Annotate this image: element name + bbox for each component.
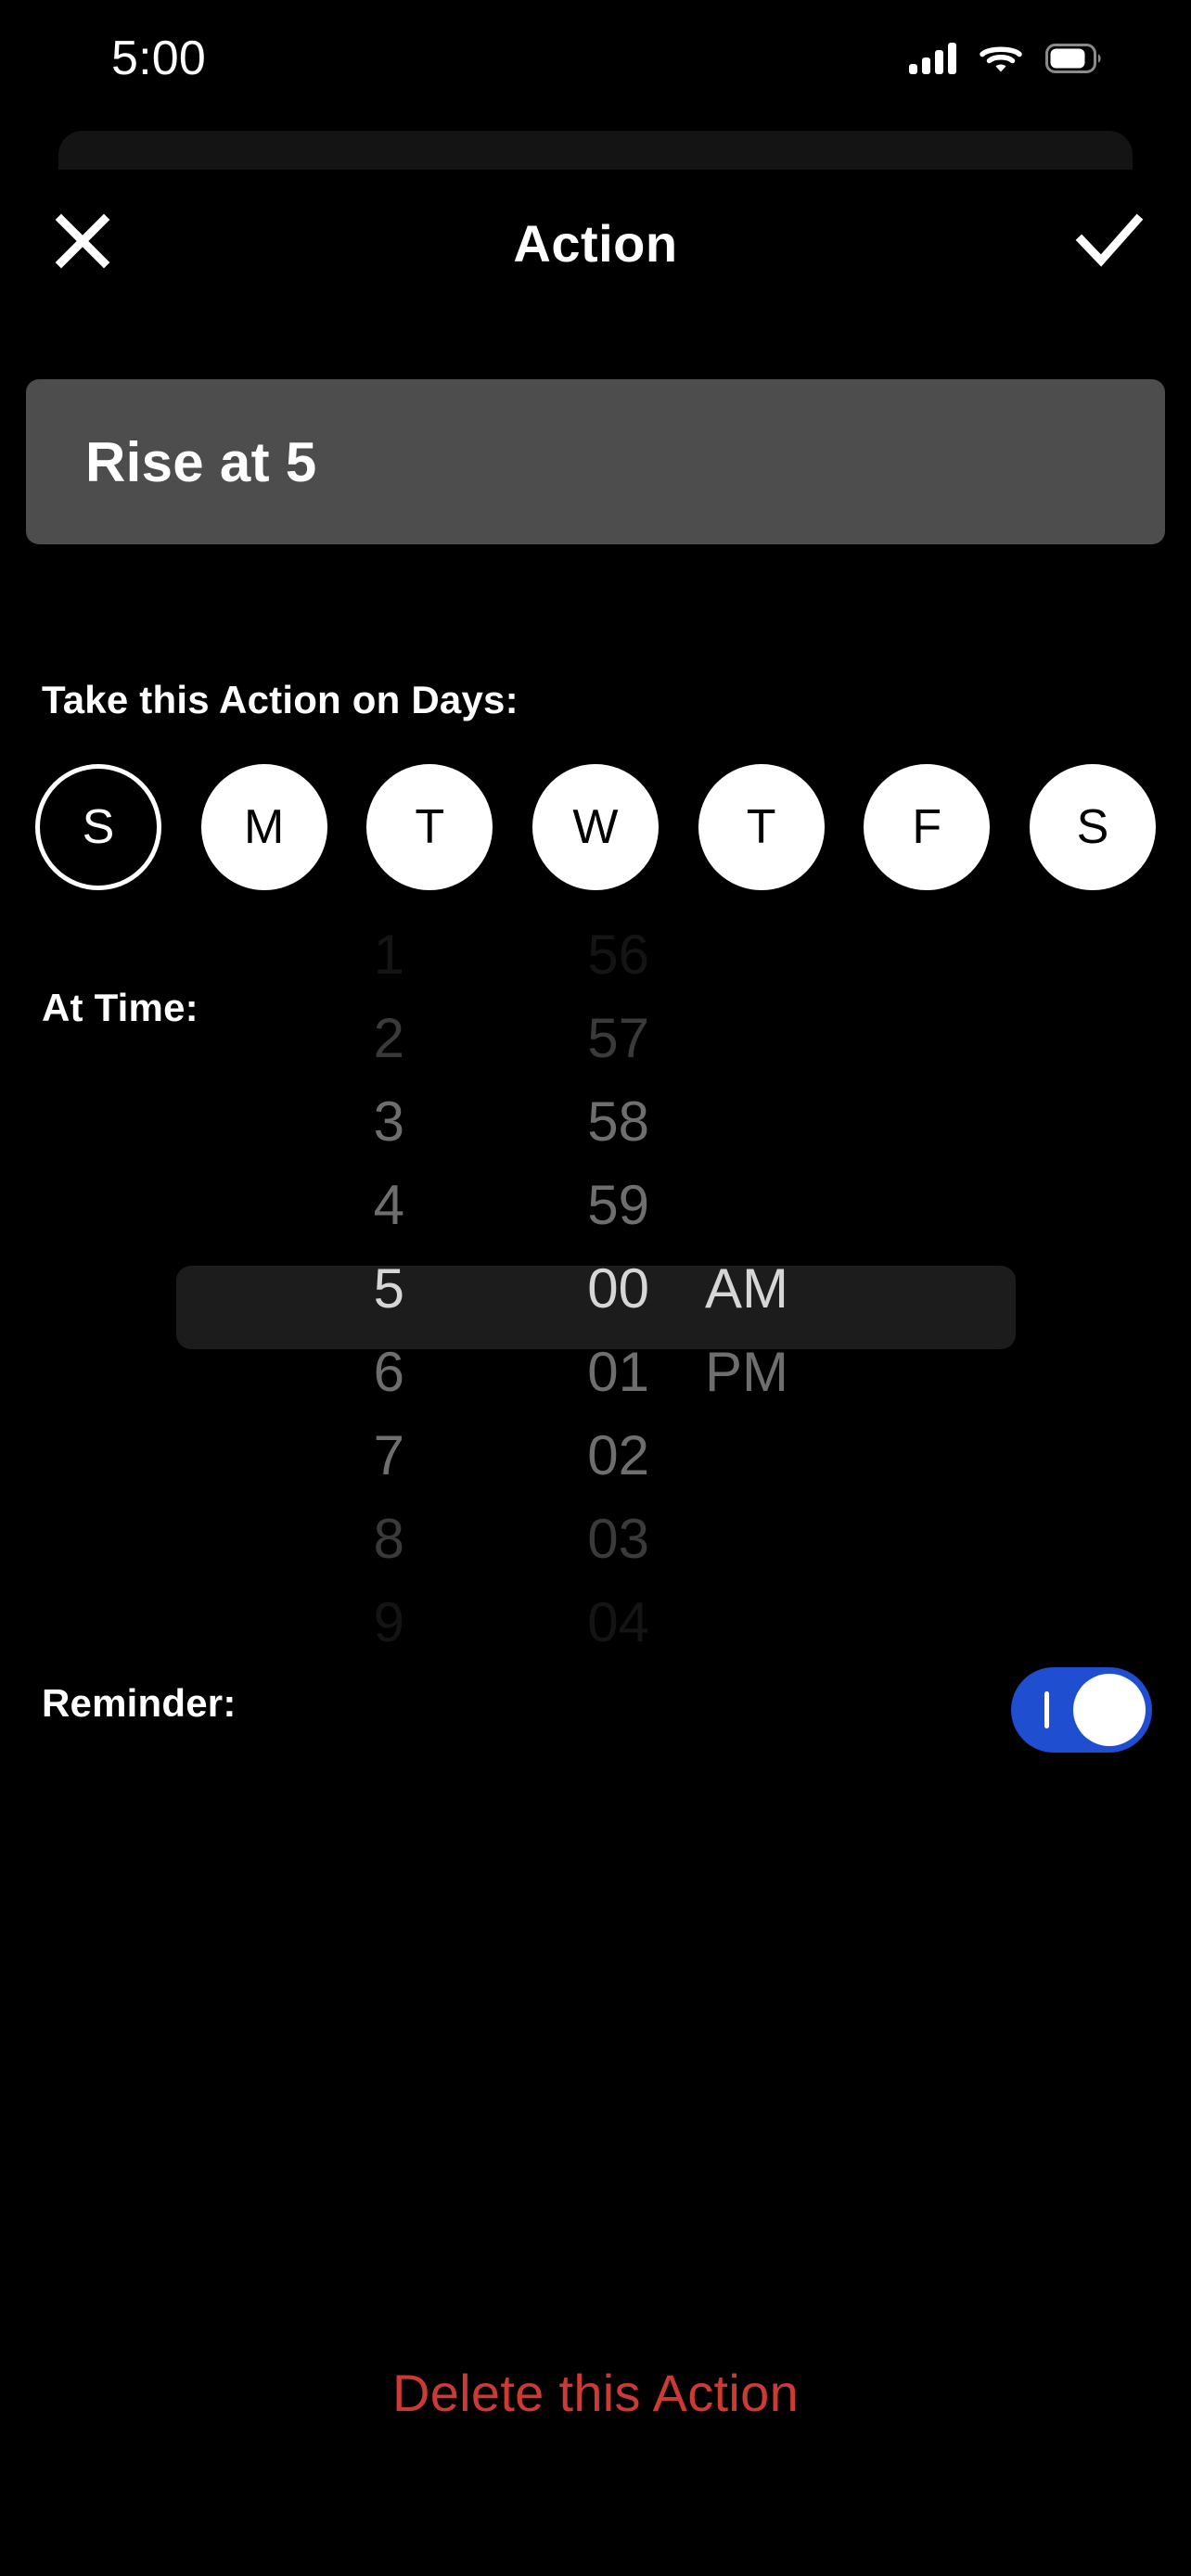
day-toggle-thursday[interactable]: T (698, 764, 825, 890)
minute-option[interactable]: 58 (587, 1080, 649, 1164)
action-title-input[interactable]: Rise at 5 (26, 379, 1165, 544)
day-toggle-monday[interactable]: M (200, 764, 327, 890)
status-bar-icons (909, 42, 1103, 74)
day-toggle-friday[interactable]: F (864, 764, 991, 890)
cellular-signal-icon (909, 42, 956, 74)
delete-action-button[interactable]: Delete this Action (0, 2363, 1191, 2423)
time-picker[interactable]: 1 2 3 4 5 6 7 8 9 56 57 58 59 00 01 02 0… (0, 924, 1191, 1653)
minute-option[interactable]: 57 (587, 997, 649, 1080)
day-label: T (415, 800, 445, 854)
hour-option[interactable]: 8 (374, 1498, 404, 1581)
wifi-icon (980, 43, 1022, 74)
day-label: T (746, 800, 776, 854)
confirm-button[interactable] (1051, 185, 1167, 301)
minute-option[interactable]: 59 (587, 1164, 649, 1247)
status-bar-time: 5:00 (111, 31, 207, 85)
hour-option-selected[interactable]: 5 (374, 1247, 404, 1331)
sheet-top-edge (58, 131, 1133, 170)
day-toggle-sunday[interactable]: S (35, 764, 161, 890)
day-toggle-tuesday[interactable]: T (366, 764, 493, 890)
period-option[interactable]: PM (688, 1331, 788, 1414)
battery-icon (1045, 43, 1103, 73)
header-bar: Action (0, 185, 1191, 301)
time-section-label: At Time: (42, 986, 198, 1029)
minute-wheel[interactable]: 56 57 58 59 00 01 02 03 04 (443, 924, 649, 1653)
day-toggle-wednesday[interactable]: W (531, 764, 659, 890)
action-title-value: Rise at 5 (85, 430, 317, 493)
day-label: W (572, 800, 619, 854)
toggle-on-mark-icon (1044, 1691, 1049, 1728)
minute-option[interactable]: 56 (587, 913, 649, 997)
days-section-label: Take this Action on Days: (42, 678, 519, 721)
hour-option[interactable]: 9 (374, 1581, 404, 1664)
minute-option[interactable]: 02 (587, 1414, 649, 1498)
day-toggle-saturday[interactable]: S (1029, 764, 1156, 890)
toggle-knob (1073, 1674, 1146, 1746)
period-wheel[interactable]: AM PM (688, 1029, 952, 1549)
hour-wheel[interactable]: 1 2 3 4 5 6 7 8 9 (198, 924, 404, 1653)
close-x-icon (54, 212, 111, 274)
hour-option[interactable]: 7 (374, 1414, 404, 1498)
hour-option[interactable]: 3 (374, 1080, 404, 1164)
day-label: M (243, 800, 285, 854)
hour-option[interactable]: 1 (374, 913, 404, 997)
minute-option-selected[interactable]: 00 (587, 1247, 649, 1331)
reminder-label: Reminder: (42, 1681, 237, 1725)
period-option-selected[interactable]: AM (688, 1247, 788, 1331)
status-bar: 5:00 (0, 0, 1191, 116)
minute-option[interactable]: 03 (587, 1498, 649, 1581)
checkmark-icon (1075, 212, 1144, 274)
close-button[interactable] (24, 185, 140, 301)
day-label: F (912, 800, 942, 854)
minute-option[interactable]: 01 (587, 1331, 649, 1414)
hour-option[interactable]: 6 (374, 1331, 404, 1414)
minute-option[interactable]: 04 (587, 1581, 649, 1664)
day-label: S (82, 800, 115, 854)
reminder-toggle[interactable] (1011, 1667, 1152, 1753)
day-label: S (1076, 800, 1109, 854)
page-title: Action (513, 214, 678, 273)
hour-option[interactable]: 2 (374, 997, 404, 1080)
day-selector: S M T W T F S (35, 764, 1156, 890)
hour-option[interactable]: 4 (374, 1164, 404, 1247)
